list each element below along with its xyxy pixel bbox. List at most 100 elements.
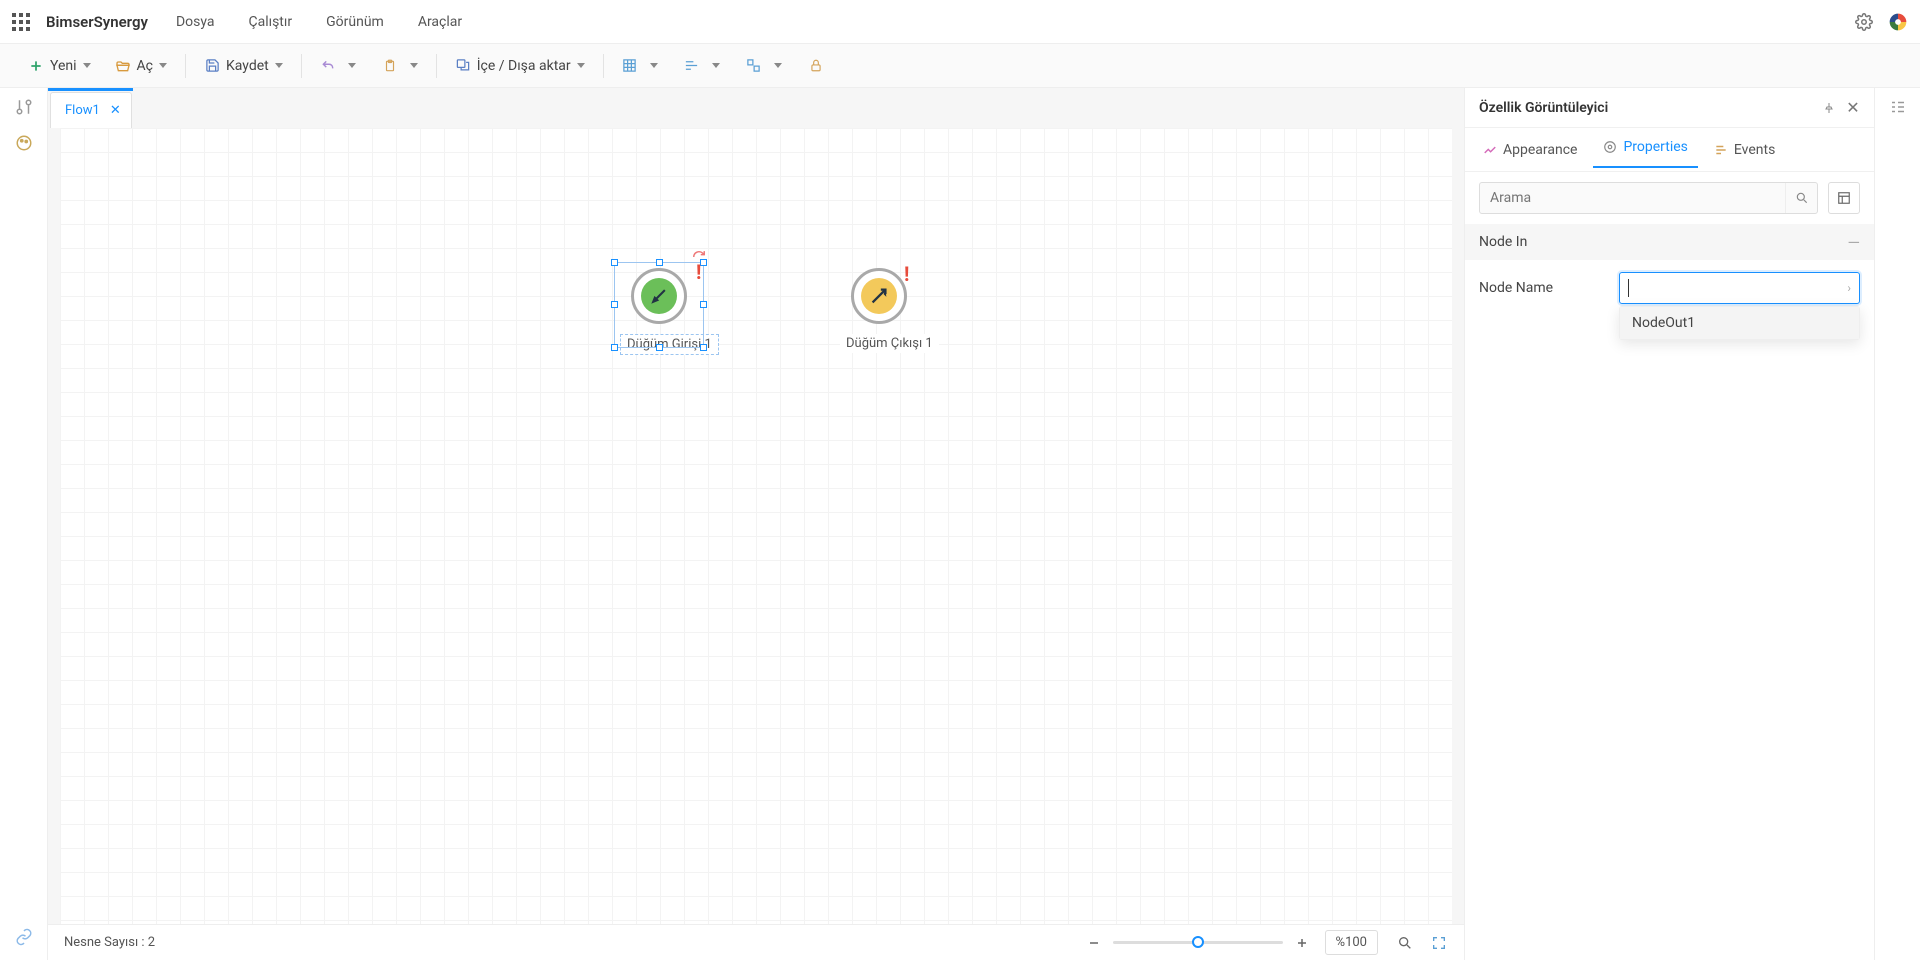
align-icon [684, 58, 700, 74]
node-name-input[interactable]: › [1619, 272, 1860, 304]
open-label: Aç [137, 58, 153, 74]
chevron-down-icon [410, 63, 418, 68]
tab-properties-label: Properties [1623, 139, 1687, 155]
clipboard-icon [382, 58, 398, 74]
save-icon [204, 58, 220, 74]
grid-icon [622, 58, 638, 74]
search-box[interactable] [1479, 182, 1818, 214]
tab-flow1[interactable]: Flow1 ✕ [50, 92, 132, 128]
brand-label: BimserSynergy [46, 13, 148, 31]
appearance-icon [1483, 143, 1497, 157]
chevron-down-icon [774, 63, 782, 68]
section-node-in[interactable]: Node In — [1465, 224, 1874, 260]
settings-icon[interactable] [1854, 12, 1874, 32]
dropdown-option-nodeout1[interactable]: NodeOut1 [1620, 307, 1859, 339]
palette-icon[interactable] [15, 134, 33, 152]
fullscreen-button[interactable] [1430, 934, 1448, 952]
new-label: Yeni [50, 58, 77, 74]
arrange-icon [746, 58, 762, 74]
import-export-button[interactable]: İçe / Dışa aktar [449, 54, 591, 78]
chevron-down-icon [577, 63, 585, 68]
prop-label: Node Name [1479, 280, 1619, 296]
import-export-icon [455, 58, 471, 74]
statusbar: Nesne Sayısı : 2 %100 [48, 924, 1464, 960]
arrange-button[interactable] [740, 54, 788, 78]
layout-toggle-button[interactable] [1828, 182, 1860, 214]
warning-icon: ! [696, 260, 701, 284]
tabstrip: Flow1 ✕ [48, 88, 1464, 128]
zoom-in-button[interactable] [1293, 934, 1311, 952]
undo-button[interactable] [314, 54, 362, 78]
zoom-fit-button[interactable] [1396, 934, 1414, 952]
search-icon[interactable] [1785, 183, 1817, 213]
object-count-label: Nesne Sayısı : 2 [64, 935, 155, 950]
section-label: Node In [1479, 234, 1527, 250]
menubar: BimserSynergy Dosya Çalıştır Görünüm Ara… [0, 0, 1920, 44]
close-icon[interactable]: ✕ [1846, 101, 1860, 115]
plus-icon [28, 58, 44, 74]
new-button[interactable]: Yeni [22, 54, 97, 78]
zoom-value[interactable]: %100 [1325, 930, 1378, 955]
tab-events[interactable]: Events [1704, 136, 1785, 164]
menu-run[interactable]: Çalıştır [248, 14, 292, 30]
menu-view[interactable]: Görünüm [326, 14, 384, 30]
tab-events-label: Events [1734, 142, 1775, 158]
prop-node-name: Node Name › NodeOut1 [1465, 260, 1874, 316]
right-rail [1874, 88, 1920, 960]
properties-panel: Özellik Görüntüleyici ✕ Appearance Prope… [1464, 88, 1874, 960]
tab-close-icon[interactable]: ✕ [110, 103, 121, 118]
center-area: Flow1 ✕ [48, 88, 1464, 960]
lock-button[interactable] [802, 54, 836, 78]
import-export-label: İçe / Dışa aktar [477, 58, 571, 74]
node-out[interactable]: ! Düğüm Çıkışı 1 [840, 268, 939, 353]
grid-toggle-button[interactable] [616, 54, 664, 78]
open-button[interactable]: Aç [109, 54, 173, 78]
save-button[interactable]: Kaydet [198, 54, 289, 78]
canvas[interactable]: ! Düğüm Girişi 1 ! [60, 128, 1452, 924]
menu-file[interactable]: Dosya [176, 14, 215, 30]
chevron-down-icon [650, 63, 658, 68]
properties-icon [1603, 140, 1617, 154]
chevron-down-icon [159, 63, 167, 68]
zoom-control: %100 [1085, 930, 1448, 955]
zoom-out-button[interactable] [1085, 934, 1103, 952]
tab-label: Flow1 [65, 103, 100, 118]
tab-properties[interactable]: Properties [1593, 133, 1697, 168]
panel-title: Özellik Görüntüleyici [1479, 100, 1812, 116]
align-button[interactable] [678, 54, 726, 78]
save-label: Kaydet [226, 58, 269, 74]
link-icon[interactable] [15, 928, 33, 946]
pin-icon[interactable] [1822, 101, 1836, 115]
warning-icon: ! [904, 262, 909, 286]
zoom-slider[interactable] [1113, 941, 1283, 944]
outline-icon[interactable] [1889, 98, 1907, 116]
apps-grid-icon[interactable] [12, 13, 30, 31]
node-name-dropdown: NodeOut1 [1619, 306, 1860, 340]
search-input[interactable] [1480, 190, 1785, 206]
undo-icon [320, 58, 336, 74]
chevron-down-icon [275, 63, 283, 68]
node-in[interactable]: ! Düğüm Girişi 1 [620, 268, 719, 355]
node-out-label: Düğüm Çıkışı 1 [840, 334, 939, 353]
left-rail [0, 88, 48, 960]
paste-button[interactable] [376, 54, 424, 78]
chevron-down-icon [712, 63, 720, 68]
folder-open-icon [115, 58, 131, 74]
chevron-down-icon [83, 63, 91, 68]
panel-header: Özellik Görüntüleyici ✕ [1465, 88, 1874, 128]
menu-tools[interactable]: Araçlar [418, 14, 462, 30]
tools-icon[interactable] [15, 98, 33, 116]
panel-tabs: Appearance Properties Events [1465, 128, 1874, 172]
canvas-wrap: ! Düğüm Girişi 1 ! [60, 128, 1452, 924]
chevron-right-icon: › [1847, 281, 1851, 295]
toolbar: Yeni Aç Kaydet İçe / Dışa aktar [0, 44, 1920, 88]
collapse-icon[interactable]: — [1848, 233, 1861, 252]
chevron-down-icon [348, 63, 356, 68]
workspace: Flow1 ✕ [0, 88, 1920, 960]
tab-appearance[interactable]: Appearance [1473, 136, 1587, 164]
lock-icon [808, 58, 824, 74]
panel-search-row [1465, 172, 1874, 224]
events-icon [1714, 143, 1728, 157]
zoom-thumb[interactable] [1192, 936, 1204, 948]
product-logo-icon[interactable] [1888, 12, 1908, 32]
